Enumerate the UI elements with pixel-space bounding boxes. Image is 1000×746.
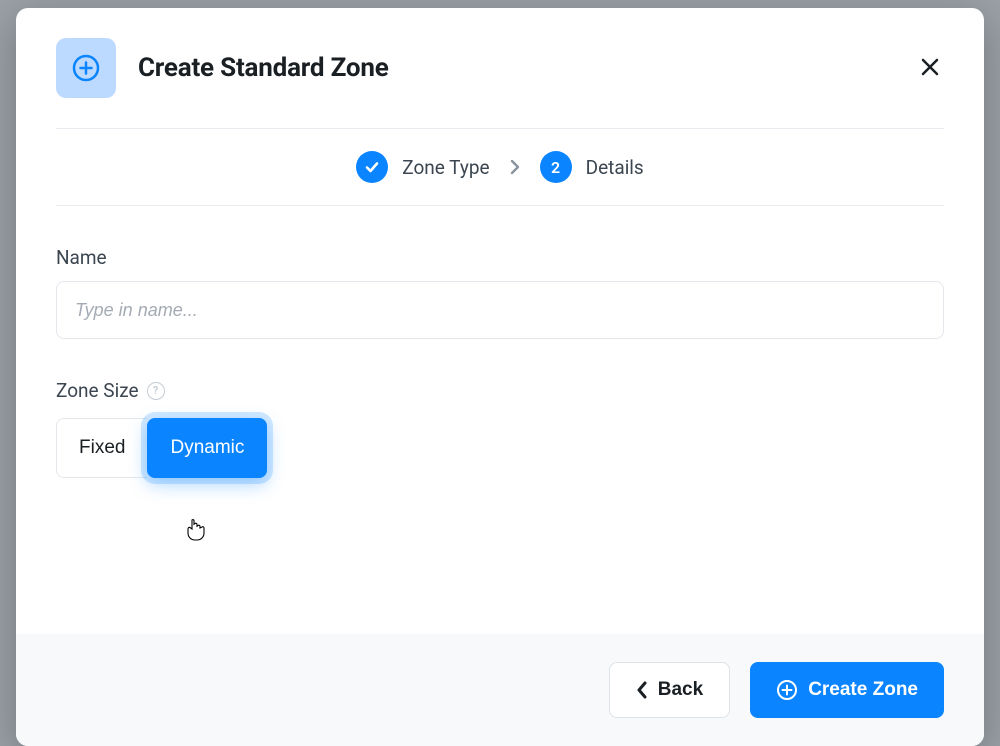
create-zone-button-label: Create Zone bbox=[808, 679, 918, 701]
zone-size-label: Zone Size bbox=[56, 379, 139, 402]
zone-size-toggle: Fixed Dynamic bbox=[56, 418, 267, 478]
step-number-badge: 2 bbox=[540, 151, 572, 183]
stepper: Zone Type 2 Details bbox=[56, 128, 944, 206]
close-icon bbox=[921, 58, 939, 79]
name-field: Name bbox=[56, 246, 944, 339]
create-zone-modal: Create Standard Zone Zone Type bbox=[16, 8, 984, 746]
modal-body: Zone Type 2 Details Name Zone Size ? Fix bbox=[16, 128, 984, 634]
chevron-left-icon bbox=[636, 681, 648, 699]
checkmark-icon bbox=[356, 151, 388, 183]
close-button[interactable] bbox=[916, 54, 944, 82]
zone-size-dynamic-option[interactable]: Dynamic bbox=[147, 418, 267, 478]
step-zone-type[interactable]: Zone Type bbox=[356, 151, 489, 183]
create-zone-button[interactable]: Create Zone bbox=[750, 662, 944, 718]
plus-circle-icon bbox=[56, 38, 116, 98]
plus-circle-icon bbox=[776, 679, 798, 701]
zone-size-fixed-option[interactable]: Fixed bbox=[56, 418, 147, 478]
name-input[interactable] bbox=[56, 281, 944, 339]
modal-footer: Back Create Zone bbox=[16, 634, 984, 746]
step-details[interactable]: 2 Details bbox=[540, 151, 644, 183]
step-label: Zone Type bbox=[402, 156, 489, 179]
help-icon[interactable]: ? bbox=[147, 382, 165, 400]
zone-size-field: Zone Size ? Fixed Dynamic bbox=[56, 379, 944, 478]
chevron-right-icon bbox=[510, 159, 520, 175]
back-button[interactable]: Back bbox=[609, 662, 730, 718]
back-button-label: Back bbox=[658, 679, 703, 701]
step-label: Details bbox=[586, 156, 644, 179]
modal-header: Create Standard Zone bbox=[16, 8, 984, 128]
modal-title: Create Standard Zone bbox=[138, 53, 389, 83]
name-label: Name bbox=[56, 246, 944, 269]
